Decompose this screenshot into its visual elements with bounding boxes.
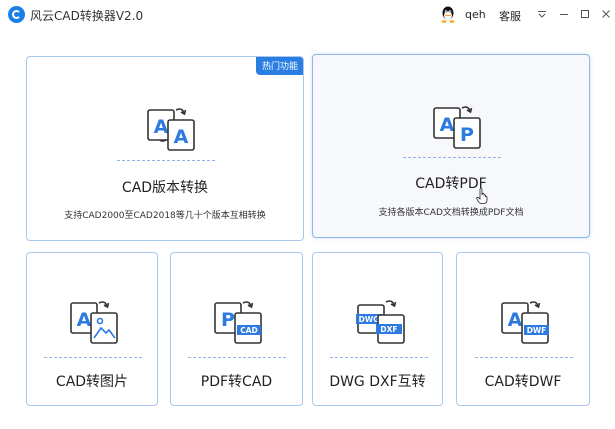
close-icon[interactable] [596,4,615,24]
dwg-dxf-icon: DWG DXF [356,300,405,344]
card-description: 支持各版本CAD文档转换成PDF文档 [378,208,524,218]
svg-text:A: A [440,114,455,136]
card-title: CAD转DWF [484,374,562,390]
dwg-dxf-card[interactable]: DWG DXF DWG DXF互转 [312,252,443,406]
decorative-divider [330,357,428,358]
cad-version-convert-card[interactable]: 热门功能 A A CAD版本转换 支持CAD2000至CAD2018等几十个版本… [26,56,304,241]
title-bar: 风云CAD转换器V2.0 qeh 客服 [0,0,615,30]
maximize-icon[interactable] [575,4,595,24]
svg-text:A: A [77,309,92,331]
card-description: 支持CAD2000至CAD2018等几十个版本互相转换 [64,211,266,221]
qq-avatar-icon[interactable] [440,6,456,23]
decorative-divider [44,357,142,358]
cad-to-image-icon: A [70,301,118,344]
dwg-icon-label: DWG [359,315,380,324]
card-title: DWG DXF互转 [329,374,426,390]
cad-to-dwf-icon-label: DWF [527,326,547,335]
cad-to-dwf-icon: A DWF [501,301,549,344]
customer-service-link[interactable]: 客服 [499,8,521,24]
cad-version-convert-icon: A A [147,108,195,151]
decorative-divider [475,357,573,358]
user-name[interactable]: qeh [465,8,486,21]
cad-to-dwf-card[interactable]: A DWF CAD转DWF [456,252,590,406]
decorative-divider [403,157,501,158]
card-title: PDF转CAD [200,374,273,390]
pdf-to-cad-card[interactable]: P CAD PDF转CAD [170,252,303,406]
decorative-divider [188,357,286,358]
minimize-icon[interactable] [554,4,574,24]
app-title: 风云CAD转换器V2.0 [30,9,144,23]
cad-to-pdf-card[interactable]: A P CAD转PDF 支持各版本CAD文档转换成PDF文档 [312,54,590,238]
decorative-divider [117,160,215,161]
card-title: CAD转图片 [55,374,129,390]
cad-to-image-card[interactable]: A CAD转图片 [26,252,158,406]
svg-text:P: P [221,309,235,331]
hot-feature-badge: 热门功能 [255,57,303,75]
pdf-to-cad-icon-label: CAD [240,326,258,335]
app-logo-icon [8,6,25,23]
card-title: CAD版本转换 [121,180,209,196]
svg-text:A: A [154,116,169,138]
card-title: CAD转PDF [415,176,487,192]
menu-dropdown-icon[interactable] [532,4,552,24]
svg-text:A: A [174,126,189,148]
svg-text:A: A [508,309,523,331]
dxf-icon-label: DXF [380,325,397,334]
pdf-to-cad-icon: P CAD [214,301,262,344]
cad-to-pdf-icon: A P [433,106,481,149]
svg-text:P: P [460,124,474,146]
hand-cursor-icon [476,188,488,204]
